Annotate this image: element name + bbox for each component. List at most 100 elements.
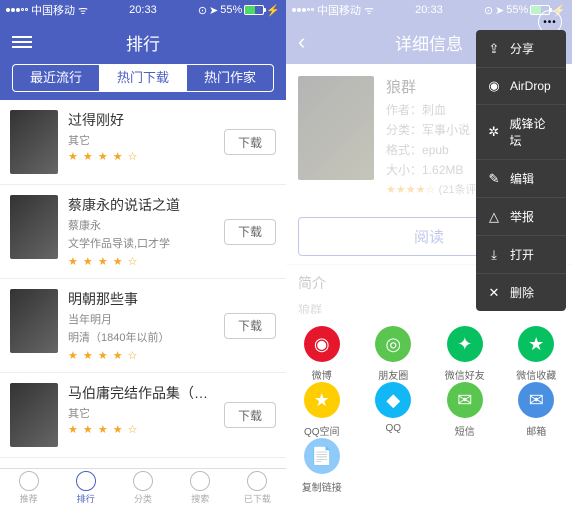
book-author: 其它 [68,132,214,148]
dropdown-icon: ✲ [486,124,502,140]
share-icon: ✉ [518,382,554,418]
book-author: 其它 [68,405,214,421]
bottombar-icon [19,471,39,491]
dropdown-label: 删除 [510,284,534,301]
share-item[interactable]: ★QQ空间 [286,382,358,438]
share-label: 邮箱 [526,423,546,438]
detail-screen: 中国移动 ᯤ 20:33 ⊙ ➤ 55% ⚡ ‹ 详细信息 ••• 狼群 作者：… [286,0,572,506]
action-dropdown: ⇪ 分享 ◉ AirDrop ✲ 威锋论坛 ✎编辑 △ 举报 ⤓打开 ✕ 删除 [476,30,566,311]
bottombar-label: 排行 [77,492,95,505]
rating-stars: ★ ★ ★ ★ ☆ [68,349,214,362]
tab-recent[interactable]: 最近流行 [13,65,100,91]
download-button[interactable]: 下载 [224,219,276,245]
share-item[interactable]: ◉ 微博 [286,326,358,382]
book-row[interactable]: 过得刚好 其它 ★ ★ ★ ★ ☆ 下载 [0,100,286,185]
dropdown-item[interactable]: ◉ AirDrop [476,68,566,105]
navbar: 排行 [0,20,286,64]
bottombar-icon [76,471,96,491]
book-row[interactable]: 大漠苍狼：绝密飞行 下载 [0,458,286,468]
dropdown-icon: ⤓ [486,247,502,263]
share-item[interactable]: ✦微信好友 [429,326,501,382]
share-label: QQ [385,423,401,434]
wifi-icon: ᯤ [78,3,88,18]
bottombar-item[interactable]: 搜索 [172,469,229,506]
book-category: 明清（1840年以前） [68,329,214,345]
segmented-tabs: 最近流行 热门下载 热门作家 [12,64,274,92]
dropdown-label: AirDrop [510,79,551,93]
header: 中国移动 ᯤ 20:33 ⊙ ➤ 55% ⚡ 排行 最近流行 热门下载 热门作家 [0,0,286,100]
dropdown-icon: ◉ [486,78,502,94]
share-icon: ★ [304,382,340,418]
book-title: 马伯庸完结作品集（套装共8部… [68,383,214,403]
charging-icon: ⚡ [266,4,280,17]
bottombar-label: 已下载 [244,492,271,505]
bottombar-item[interactable]: 已下载 [229,469,286,506]
download-button[interactable]: 下载 [224,313,276,339]
download-button[interactable]: 下载 [224,402,276,428]
share-label: 短信 [455,423,475,438]
book-cover [10,289,58,353]
share-label: 朋友圈 [378,367,408,382]
bottombar-label: 分类 [134,492,152,505]
bottombar-icon [190,471,210,491]
dropdown-icon: ✕ [486,285,502,301]
location-icon: ➤ [209,4,218,17]
share-icon: ★ [518,326,554,362]
share-icon: 📄 [304,438,340,474]
share-item[interactable]: ◆QQ [358,382,430,438]
dropdown-label: 分享 [510,40,534,57]
share-item[interactable]: ✉ 短信 [429,382,501,438]
book-row[interactable]: 马伯庸完结作品集（套装共8部… 其它 ★ ★ ★ ★ ☆ 下载 [0,373,286,458]
book-cover [10,195,58,259]
dropdown-item[interactable]: ✕ 删除 [476,274,566,311]
book-cover [10,383,58,447]
status-bar: 中国移动 ᯤ 20:33 ⊙ ➤ 55% ⚡ [0,0,286,20]
bottombar-item[interactable]: 推荐 [0,469,57,506]
book-title: 蔡康永的说话之道 [68,195,214,215]
clock: 20:33 [129,4,157,16]
share-label: 微博 [312,367,332,382]
book-row[interactable]: 明朝那些事 当年明月 明清（1840年以前） ★ ★ ★ ★ ☆ 下载 [0,279,286,373]
bottombar-label: 推荐 [20,492,38,505]
rating-stars: ★ ★ ★ ★ ☆ [68,150,214,163]
share-label: 复制链接 [302,479,342,494]
share-sheet: ◉ 微博 ◎ 朋友圈 ✦微信好友★微信收藏 ★QQ空间◆QQ ✉ 短信 ✉ 邮箱 📄 复制链接 [286,314,572,506]
share-icon: ◉ [304,326,340,362]
share-icon: ✉ [447,382,483,418]
share-item[interactable]: ◎ 朋友圈 [358,326,430,382]
share-label: 微信好友 [445,367,485,382]
dropdown-item[interactable]: ✎编辑 [476,160,566,198]
share-item[interactable]: ★微信收藏 [501,326,572,382]
battery-icon [244,5,264,15]
share-item[interactable]: 📄 复制链接 [286,438,358,494]
tab-hot-author[interactable]: 热门作家 [187,65,273,91]
rating-stars: ★ ★ ★ ★ ☆ [68,423,214,436]
book-list[interactable]: 过得刚好 其它 ★ ★ ★ ★ ☆ 下载 蔡康永的说话之道 蔡康永 文学作品导读… [0,100,286,468]
book-title: 明朝那些事 [68,289,214,309]
bottombar-icon [247,471,267,491]
share-icon: ◎ [375,326,411,362]
download-button[interactable]: 下载 [224,129,276,155]
carrier: 中国移动 [31,2,75,18]
dropdown-item[interactable]: ✲ 威锋论坛 [476,105,566,160]
alarm-icon: ⊙ [198,4,207,17]
dropdown-label: 威锋论坛 [510,115,557,149]
dropdown-icon: ⇪ [486,41,502,57]
dropdown-label: 举报 [510,208,534,225]
share-item[interactable]: ✉ 邮箱 [501,382,572,438]
book-author: 当年明月 [68,311,214,327]
book-row[interactable]: 蔡康永的说话之道 蔡康永 文学作品导读,口才学 ★ ★ ★ ★ ☆ 下载 [0,185,286,279]
bottombar-item[interactable]: 排行 [57,469,114,506]
dropdown-item[interactable]: ⤓打开 [476,236,566,274]
dropdown-item[interactable]: △ 举报 [476,198,566,236]
menu-icon[interactable] [12,36,32,48]
bottombar-icon [133,471,153,491]
bottom-bar: 推荐 排行 分类 搜索已下载 [0,468,286,506]
book-title: 过得刚好 [68,110,214,130]
bottombar-item[interactable]: 分类 [114,469,171,506]
ranking-screen: 中国移动 ᯤ 20:33 ⊙ ➤ 55% ⚡ 排行 最近流行 热门下载 热门作家… [0,0,286,506]
dropdown-icon: △ [486,209,502,225]
dropdown-label: 编辑 [510,170,534,187]
dropdown-item[interactable]: ⇪ 分享 [476,30,566,68]
tab-hot-download[interactable]: 热门下载 [100,65,187,91]
